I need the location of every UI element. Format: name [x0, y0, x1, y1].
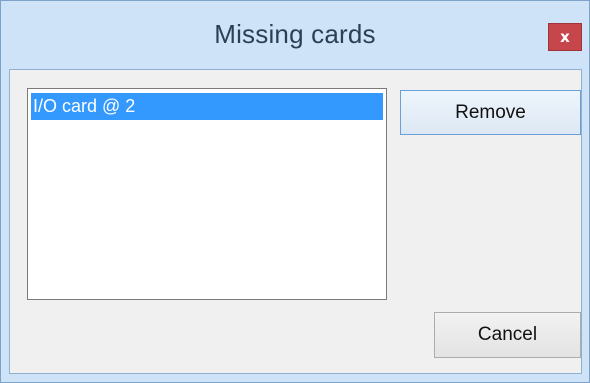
missing-cards-list[interactable]: I/O card @ 2 — [27, 88, 387, 300]
close-button[interactable]: x — [548, 23, 582, 51]
close-icon: x — [560, 27, 570, 46]
dialog-title: Missing cards — [214, 19, 376, 49]
dialog-body: I/O card @ 2 Remove Cancel — [9, 69, 582, 374]
cancel-button[interactable]: Cancel — [434, 312, 581, 358]
title-bar[interactable]: Missing cards x — [1, 1, 589, 67]
list-item[interactable]: I/O card @ 2 — [31, 93, 383, 120]
missing-cards-dialog: Missing cards x I/O card @ 2 Remove Canc… — [0, 0, 590, 383]
remove-button[interactable]: Remove — [400, 90, 581, 135]
